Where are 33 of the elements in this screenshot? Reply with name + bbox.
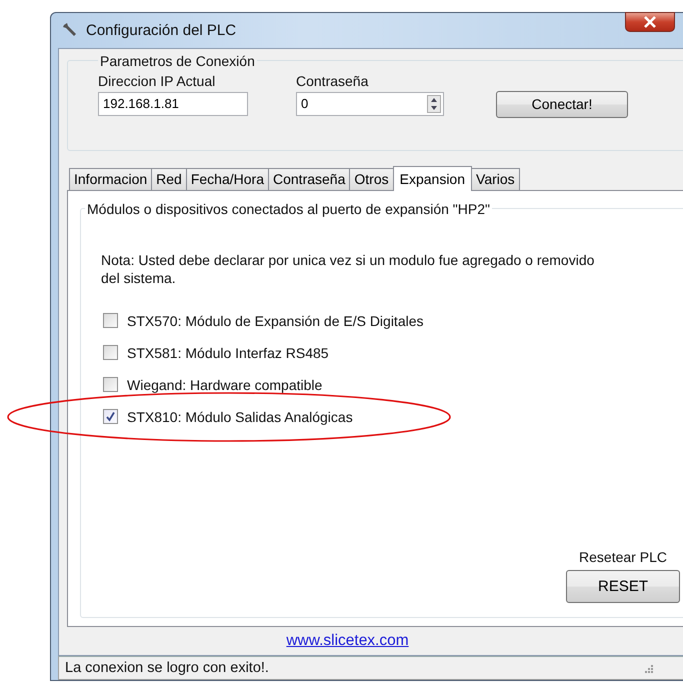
checkbox[interactable] xyxy=(103,345,118,360)
wrench-icon xyxy=(62,22,78,38)
ip-label: Direccion IP Actual xyxy=(98,72,216,89)
tab[interactable]: Fecha/Hora xyxy=(186,168,269,190)
tab[interactable]: Varios xyxy=(471,168,520,190)
tab[interactable]: Expansion xyxy=(392,166,472,191)
password-spin-field[interactable]: 0 xyxy=(296,92,444,116)
checkbox[interactable] xyxy=(103,409,118,424)
password-label: Contraseña xyxy=(296,72,370,89)
tab[interactable]: Informacion xyxy=(69,168,152,190)
website-link[interactable]: www.slicetex.com xyxy=(286,632,409,650)
tab[interactable]: Red xyxy=(151,168,187,190)
status-text: La conexion se logro con exito!. xyxy=(65,660,269,676)
checkbox-label: STX581: Módulo Interfaz RS485 xyxy=(127,344,329,361)
close-icon xyxy=(643,16,657,28)
tab[interactable]: Contraseña xyxy=(268,168,350,190)
checkbox-label: STX570: Módulo de Expansión de E/S Digitales xyxy=(127,312,424,329)
group-title: Módulos o dispositivos conectados al puerto de expansión "HP2" xyxy=(86,200,491,217)
checkbox[interactable] xyxy=(103,377,118,392)
close-button[interactable] xyxy=(625,12,675,32)
resize-grip-icon xyxy=(643,662,653,673)
checkbox-label: Wiegand: Hardware compatible xyxy=(127,376,322,393)
spin-arrows-icon xyxy=(427,94,441,113)
window-title: Configuración del PLC xyxy=(86,22,236,39)
ip-address-field[interactable]: 192.168.1.81 xyxy=(98,92,248,116)
group-title: Parametros de Conexión xyxy=(99,52,256,69)
reset-label: Resetear PLC xyxy=(579,548,667,565)
checkbox[interactable] xyxy=(103,313,118,328)
checkbox-label: STX810: Módulo Salidas Analógicas xyxy=(127,408,353,425)
reset-button[interactable]: RESET xyxy=(566,570,680,603)
connect-button[interactable]: Conectar! xyxy=(496,90,628,118)
note-text: Nota: Usted debe declarar por unica vez si un modulo fue agregado o removido del sistema. xyxy=(101,250,596,287)
tab[interactable]: Otros xyxy=(349,168,394,190)
